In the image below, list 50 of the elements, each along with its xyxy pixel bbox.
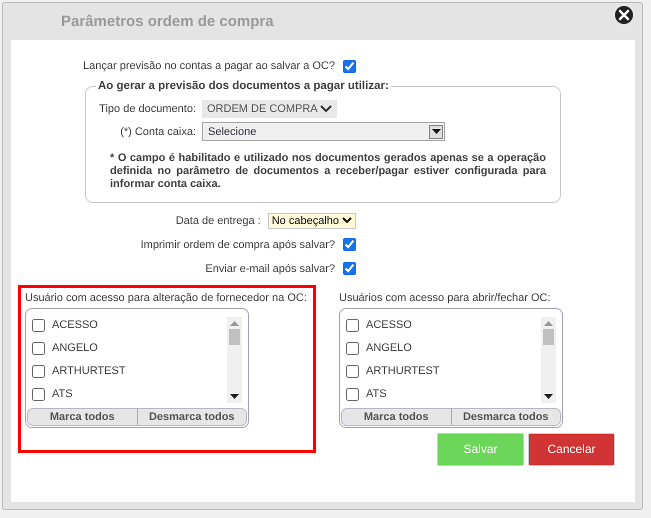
account-select[interactable]: Selecione bbox=[202, 122, 445, 141]
checkbox[interactable] bbox=[343, 60, 356, 72]
scroll-thumb[interactable] bbox=[543, 328, 554, 345]
select-all-button[interactable]: Desmarca todos bbox=[136, 408, 246, 425]
user-name: ACESSO bbox=[366, 319, 412, 332]
checkbox[interactable] bbox=[346, 364, 359, 378]
user-name: ACESSO bbox=[52, 319, 98, 332]
select-all-button[interactable]: Desmarca todos bbox=[450, 408, 560, 425]
select-all-button[interactable]: Marca todos bbox=[28, 408, 136, 425]
select-all-button[interactable]: Marca todos bbox=[342, 408, 450, 425]
chevron-icon bbox=[320, 105, 332, 113]
user-name: ATS bbox=[52, 388, 73, 400]
user-name: ARTHURTEST bbox=[366, 365, 440, 378]
user-name: ANGELO bbox=[52, 342, 98, 354]
cancel-button[interactable]: Cancelar bbox=[528, 432, 615, 466]
checkbox[interactable] bbox=[32, 388, 45, 401]
user-name: ARTHURTEST bbox=[52, 365, 126, 378]
list-title: Usuário com acesso para alteração de fornecedor na OC: bbox=[25, 292, 305, 304]
user-name: ANGELO bbox=[366, 342, 412, 354]
scroll-up-icon[interactable] bbox=[544, 320, 553, 326]
checkbox[interactable] bbox=[346, 342, 359, 355]
scrollbar[interactable] bbox=[227, 316, 242, 403]
checkbox[interactable] bbox=[343, 262, 356, 276]
checkbox[interactable] bbox=[346, 388, 359, 401]
field-label: Data de entrega : bbox=[176, 214, 261, 227]
scroll-up-icon[interactable] bbox=[230, 320, 239, 326]
checkbox[interactable] bbox=[32, 342, 45, 355]
field-label: Tipo de documento: bbox=[98, 103, 196, 115]
chevron-icon bbox=[342, 217, 352, 224]
scroll-thumb[interactable] bbox=[229, 328, 240, 345]
checkbox[interactable] bbox=[32, 364, 45, 378]
checkbox[interactable] bbox=[32, 318, 45, 332]
document-type-select[interactable]: ORDEM DE COMPRA bbox=[202, 100, 337, 118]
fieldset-legend: Ao gerar a previsão dos documentos a pagar utilizar: bbox=[96, 80, 391, 92]
user-name: ATS bbox=[366, 388, 387, 400]
scroll-down-icon[interactable] bbox=[544, 394, 553, 399]
close-icon[interactable] bbox=[614, 4, 634, 24]
checkbox[interactable] bbox=[343, 238, 356, 252]
checkbox-label: Lançar previsão no contas a pagar ao salvar a OC? bbox=[83, 60, 335, 72]
scroll-down-icon[interactable] bbox=[230, 394, 239, 399]
dropdown-icon bbox=[429, 124, 443, 138]
delivery-date-select[interactable]: No cabeçalho bbox=[268, 212, 356, 229]
checkbox[interactable] bbox=[346, 318, 359, 332]
window-title: Parâmetros ordem de compra bbox=[61, 13, 274, 30]
field-label: (*) Conta caixa: bbox=[119, 126, 196, 138]
scrollbar[interactable] bbox=[541, 316, 556, 403]
checkbox-label: Imprimir ordem de compra após salvar? bbox=[140, 238, 335, 251]
list-title: Usuários com acesso para abrir/fechar OC: bbox=[339, 292, 552, 304]
note-text: * O campo é habilitado e utilizado nos documentos gerados apenas se a operação definida no parâmetro de documentos a receber/pagar estiver configurada para informar conta caixa. bbox=[110, 152, 546, 192]
checkbox-label: Enviar e-mail após salvar? bbox=[205, 262, 335, 275]
